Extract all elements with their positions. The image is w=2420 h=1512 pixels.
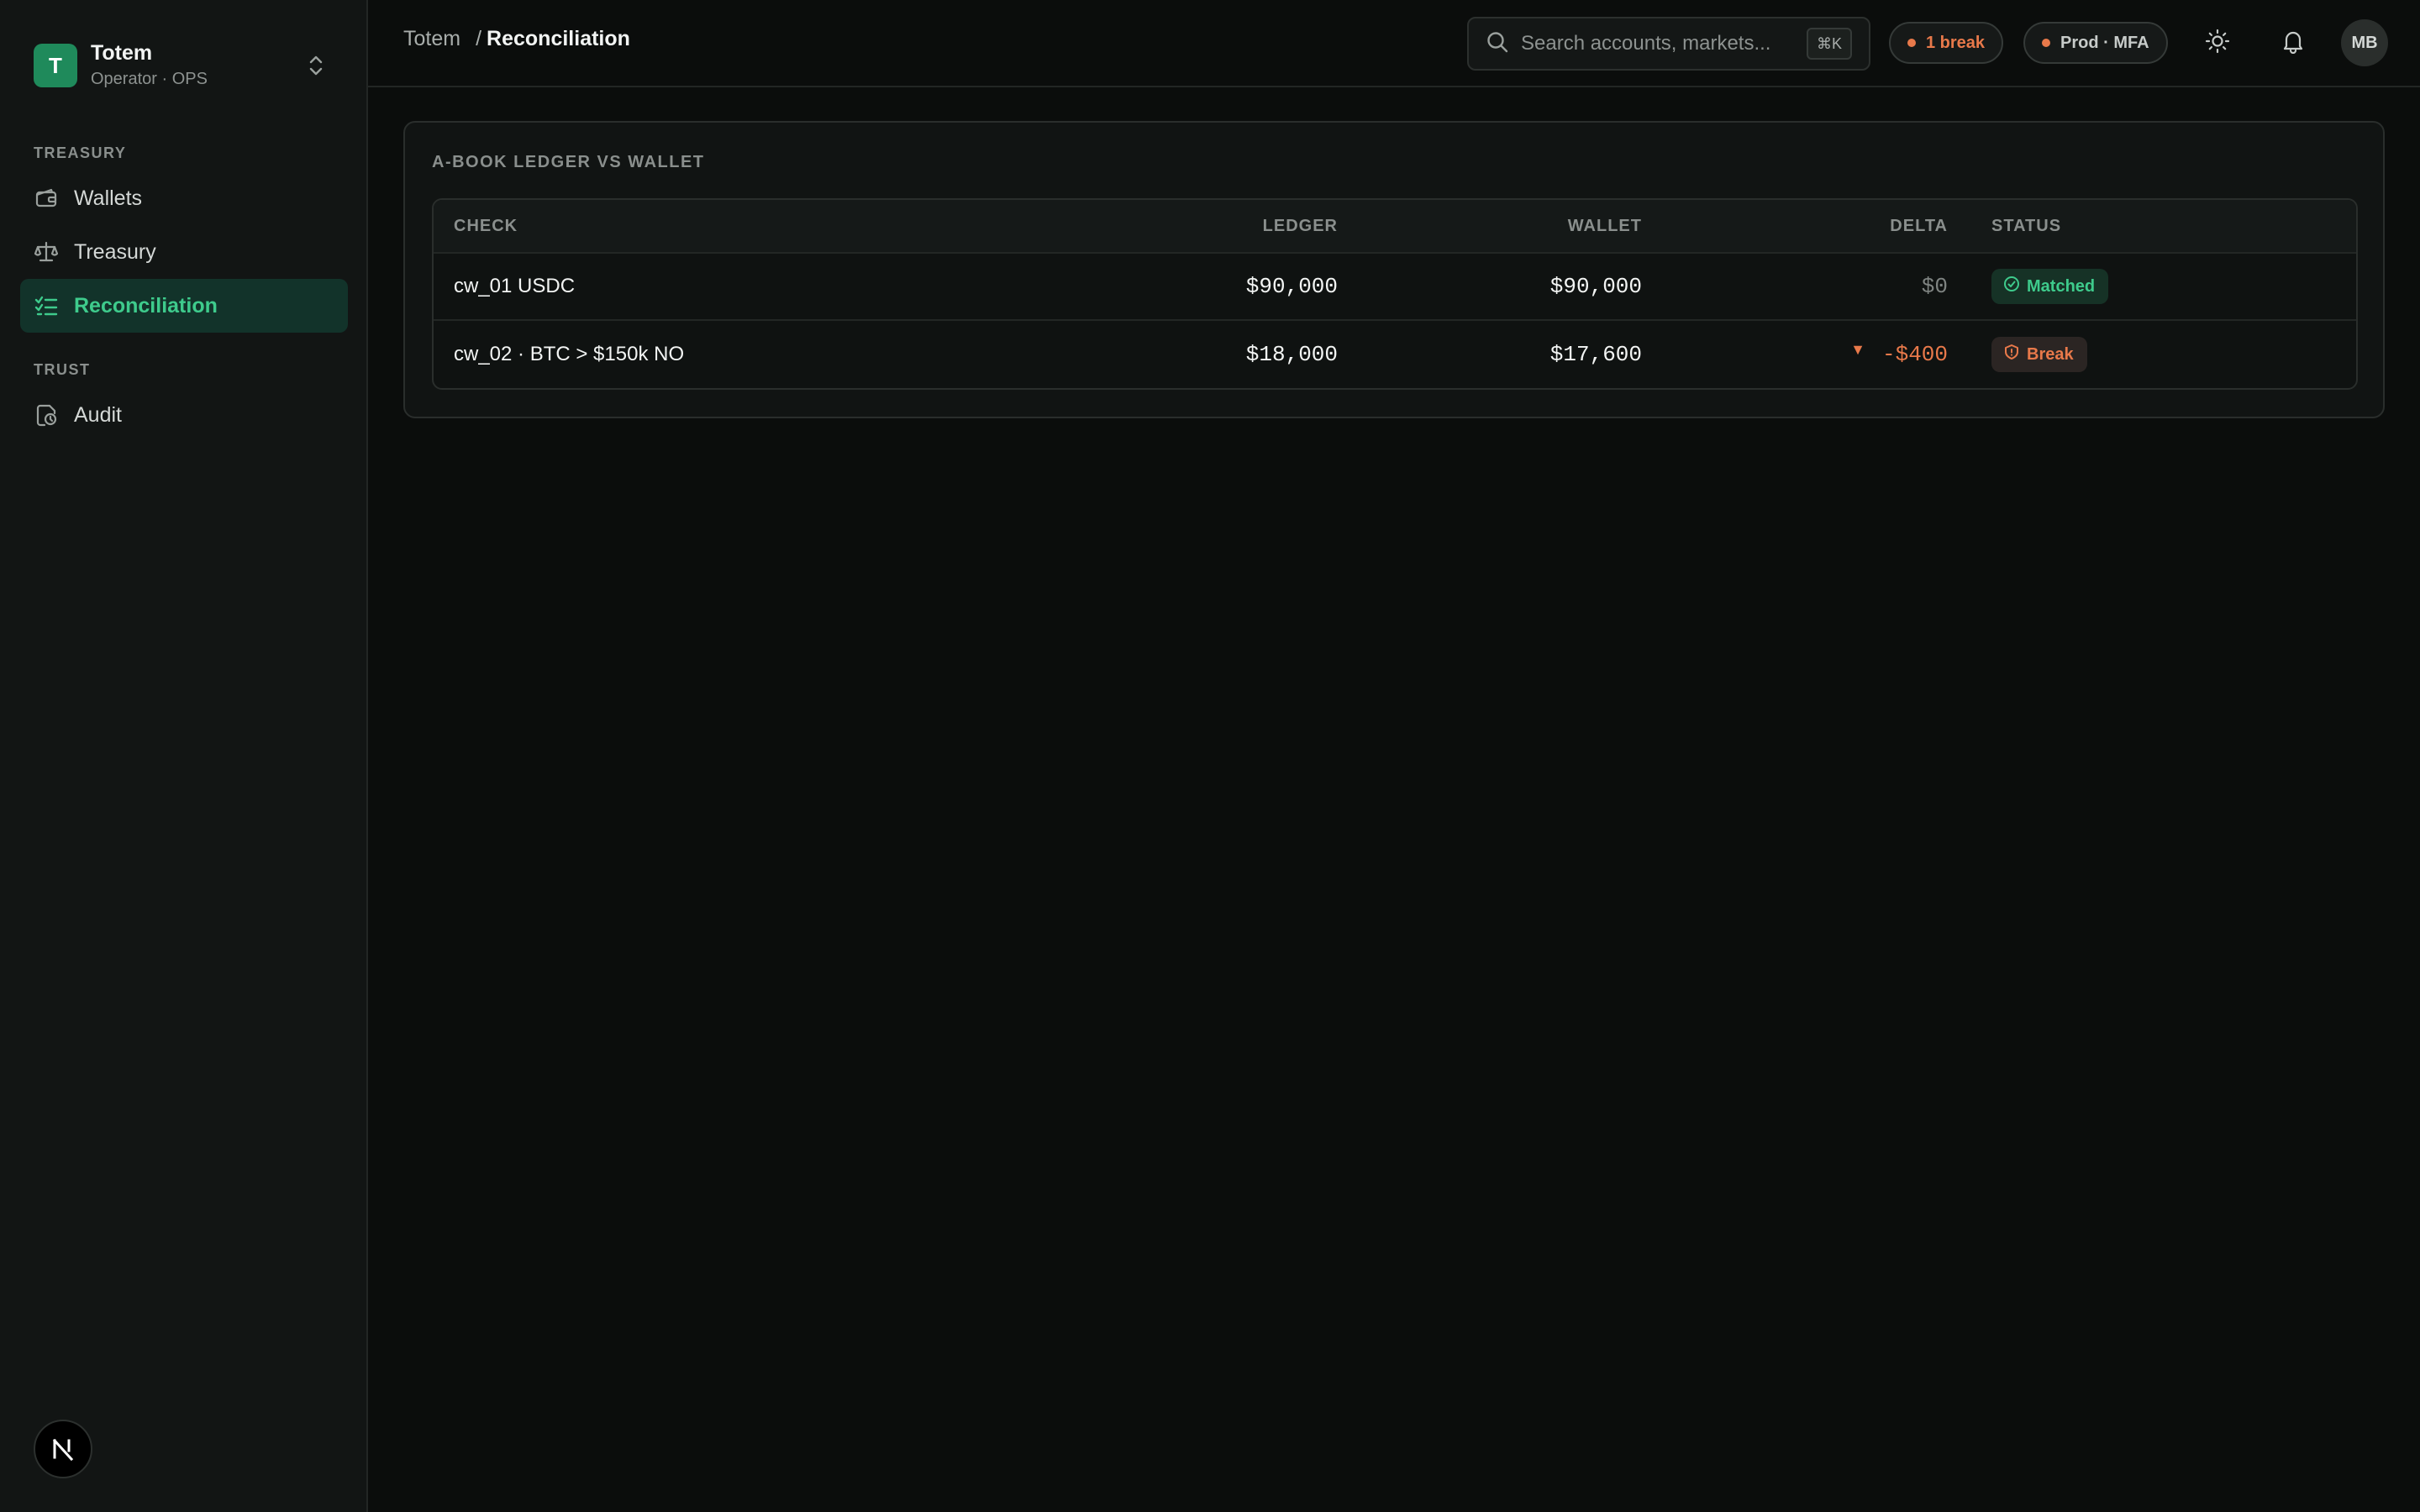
wallet-cell: $17,600 <box>1549 342 1642 367</box>
audit-icon <box>34 402 59 428</box>
breadcrumb-root[interactable]: Totem <box>403 27 460 51</box>
delta-value: -$400 <box>1881 342 1948 367</box>
sidebar-item-label: Audit <box>74 402 122 427</box>
break-status-label: 1 break <box>1926 33 1986 52</box>
breadcrumb: Totem / Reconciliation <box>403 27 630 51</box>
ledger-cell: $18,000 <box>1245 342 1338 367</box>
environment-pill[interactable]: Prod · MFA <box>2023 22 2168 64</box>
status-cell: Break <box>1991 321 2087 388</box>
column-header-ledger: LEDGER <box>1262 216 1338 235</box>
chevron-up-down-icon[interactable] <box>301 50 331 81</box>
wallet-icon <box>34 186 59 211</box>
sidebar-item-treasury[interactable]: Treasury <box>20 225 348 279</box>
shield-alert-icon <box>2003 344 2027 365</box>
triangle-down-icon: ▼ <box>1850 340 1865 358</box>
main-content: Totem / Reconciliation ⌘K 1 break Pr <box>368 0 2420 1512</box>
sidebar-item-label: Treasury <box>74 239 156 264</box>
check-cell: cw_02 · BTC > $150k NO <box>454 343 685 365</box>
status-label: Matched <box>2027 276 2096 296</box>
column-header-wallet: WALLET <box>1567 216 1642 235</box>
delta-cell: ▼ -$400 <box>1850 321 1948 388</box>
check-cell: cw_01 USDC <box>454 275 576 297</box>
theme-toggle-button[interactable] <box>2195 20 2240 66</box>
sidebar: T Totem Operator · OPS TREASURY Wallets <box>0 0 368 1512</box>
search-input[interactable] <box>1521 32 1807 55</box>
breadcrumb-separator: / <box>476 27 482 50</box>
card-title: A-BOOK LEDGER VS WALLET <box>432 153 705 171</box>
status-label: Break <box>2027 344 2074 364</box>
app-root: T Totem Operator · OPS TREASURY Wallets <box>0 0 2420 1512</box>
delta-cell: $0 <box>1921 274 1948 299</box>
notifications-button[interactable] <box>2270 20 2316 66</box>
search-shortcut: ⌘K <box>1806 28 1852 60</box>
nextjs-badge[interactable] <box>34 1420 92 1478</box>
sidebar-item-wallets[interactable]: Wallets <box>20 171 348 225</box>
org-logo: T <box>34 44 77 87</box>
scale-icon <box>34 239 59 265</box>
wallet-cell: $90,000 <box>1549 274 1642 299</box>
bell-icon <box>2281 29 2306 58</box>
sidebar-item-label: Wallets <box>74 186 143 210</box>
org-text: Totem Operator · OPS <box>91 40 208 91</box>
column-header-delta: DELTA <box>1890 216 1948 235</box>
section-label-treasury: TREASURY <box>34 144 127 161</box>
status-dot <box>1907 39 1916 47</box>
search-box[interactable]: ⌘K <box>1467 17 1870 71</box>
org-role: Operator · OPS <box>91 70 208 88</box>
column-header-check: CHECK <box>454 216 518 235</box>
status-dot <box>2042 39 2050 47</box>
sidebar-item-reconciliation[interactable]: Reconciliation <box>20 279 348 333</box>
search-icon <box>1486 30 1509 58</box>
sun-icon <box>2205 29 2230 58</box>
status-badge: Matched <box>1991 269 2109 304</box>
sidebar-item-audit[interactable]: Audit <box>20 388 348 442</box>
topbar: Totem / Reconciliation ⌘K 1 break Pr <box>368 0 2420 87</box>
table-header: CHECK LEDGER WALLET DELTA STATUS <box>434 200 2356 254</box>
section-label-trust: TRUST <box>34 361 91 378</box>
table-row[interactable]: cw_01 USDC $90,000 $90,000 $0 Matched <box>434 254 2356 321</box>
environment-label: Prod · MFA <box>2060 33 2149 52</box>
status-badge: Break <box>1991 337 2087 372</box>
sidebar-item-label: Reconciliation <box>74 293 218 318</box>
breadcrumb-current: Reconciliation <box>487 27 630 50</box>
table-row[interactable]: cw_02 · BTC > $150k NO $18,000 $17,600 ▼… <box>434 321 2356 388</box>
checklist-icon <box>34 293 59 318</box>
break-status-pill[interactable]: 1 break <box>1889 22 2004 64</box>
ledger-cell: $90,000 <box>1245 274 1338 299</box>
reconciliation-table: CHECK LEDGER WALLET DELTA STATUS cw_01 U… <box>432 198 2358 390</box>
org-switcher[interactable]: T Totem Operator · OPS <box>34 40 336 91</box>
check-circle-icon <box>2003 276 2027 297</box>
avatar[interactable]: MB <box>2341 19 2388 66</box>
org-name: Totem <box>91 41 153 65</box>
column-header-status: STATUS <box>1991 216 2062 235</box>
reconciliation-card: A-BOOK LEDGER VS WALLET CHECK LEDGER WAL… <box>403 121 2385 418</box>
status-cell: Matched <box>1991 254 2109 319</box>
